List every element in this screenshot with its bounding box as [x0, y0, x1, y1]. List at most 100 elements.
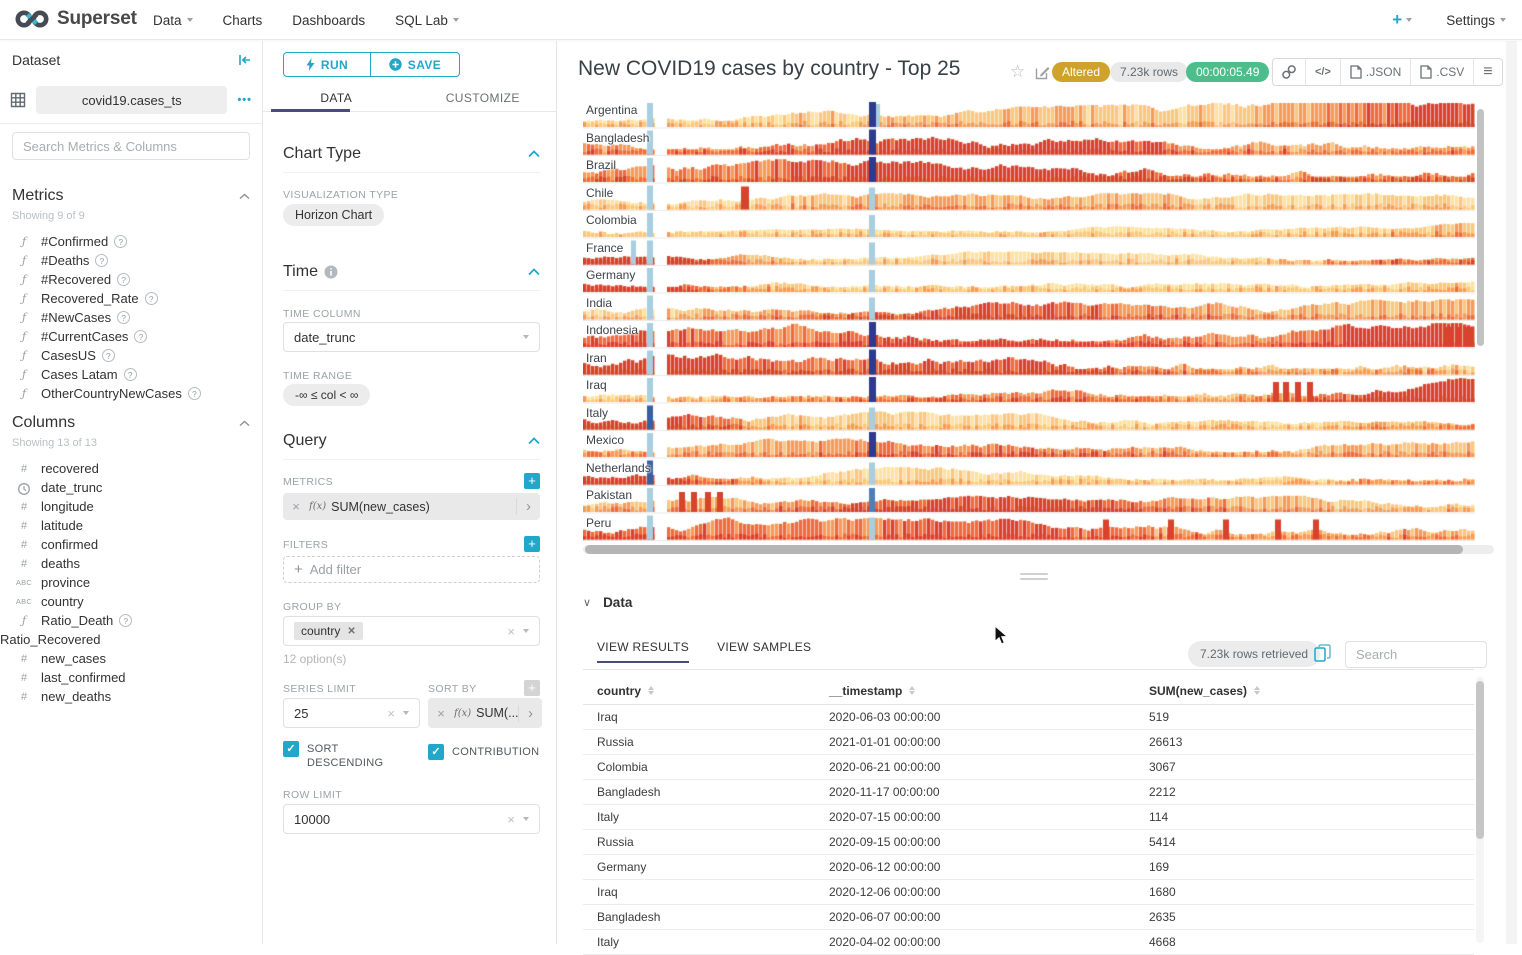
dataset-name[interactable]: covid19.cases_ts	[36, 86, 227, 114]
metric-item[interactable]: ƒ#Recovered?	[0, 270, 262, 289]
export-csv-button[interactable]: .CSV	[1411, 59, 1474, 85]
save-button[interactable]: SAVE	[370, 52, 460, 77]
column-item[interactable]: #last_confirmed	[0, 668, 262, 687]
nav-item-dashboards[interactable]: Dashboards	[292, 13, 365, 28]
chart-control-panel: RUN SAVE DATA CUSTOMIZE Chart Type VISUA…	[263, 41, 557, 944]
sort-by-chip[interactable]: × ƒ(x)SUM(... ›	[428, 698, 542, 728]
column-sort-header[interactable]: country	[597, 684, 829, 698]
dataset-options-icon[interactable]: •••	[233, 94, 256, 106]
chevron-up-icon[interactable]	[528, 150, 540, 158]
metric-item[interactable]: ƒ#CurrentCases?	[0, 327, 262, 346]
time-column-select[interactable]: date_trunc	[283, 322, 540, 352]
chart-hscrollbar-thumb[interactable]	[585, 545, 1463, 554]
row-limit-select[interactable]: 10000 ×	[283, 804, 540, 834]
tab-view-samples[interactable]: VIEW SAMPLES	[717, 640, 811, 663]
column-item[interactable]: #recovered	[0, 459, 262, 478]
metric-item[interactable]: ƒRecovered_Rate?	[0, 289, 262, 308]
time-range-value[interactable]: -∞ ≤ col < ∞	[283, 384, 370, 406]
table-vscrollbar-thumb[interactable]	[1476, 681, 1484, 839]
column-item[interactable]: #new_cases	[0, 649, 262, 668]
series-limit-select[interactable]: 25 ×	[283, 698, 420, 728]
table-row: Italy2020-04-02 00:00:004668	[583, 930, 1474, 955]
superset-infinity-icon	[14, 7, 50, 31]
column-sort-header[interactable]: SUM(new_cases)	[1149, 684, 1474, 698]
metric-item[interactable]: ƒ#Confirmed?	[0, 232, 262, 251]
chevron-up-icon[interactable]	[528, 268, 540, 276]
data-section-header[interactable]: ∨ Data	[583, 595, 632, 610]
chevron-up-icon[interactable]	[239, 193, 250, 200]
clear-icon[interactable]: ×	[507, 624, 515, 639]
favorite-star-icon[interactable]: ☆	[1010, 62, 1025, 82]
view-query-icon[interactable]: </>	[1306, 59, 1341, 85]
results-table: country__timestampSUM(new_cases) Iraq202…	[583, 677, 1474, 955]
superset-logo[interactable]: Superset	[14, 7, 137, 31]
horizon-chart: ArgentinaBangladeshBrazilChileColombiaFr…	[583, 101, 1475, 542]
panel-resize-handle[interactable]	[1020, 573, 1048, 583]
column-item[interactable]: #deaths	[0, 554, 262, 573]
dataset-panel-title: Dataset	[12, 52, 60, 68]
checkbox-checked-icon: ✓	[283, 741, 299, 757]
chevron-up-icon[interactable]	[239, 420, 250, 427]
column-item[interactable]: #new_deaths	[0, 687, 262, 706]
metrics-control-label: METRICS	[283, 476, 333, 488]
share-link-icon[interactable]	[1273, 59, 1306, 85]
metric-item[interactable]: ƒ#NewCases?	[0, 308, 262, 327]
metric-item[interactable]: ƒCasesUS?	[0, 346, 262, 365]
sort-descending-checkbox[interactable]: ✓ SORT DESCENDING	[283, 741, 413, 770]
viz-type-value[interactable]: Horizon Chart	[283, 204, 384, 226]
nav-item-data[interactable]: Data	[153, 13, 193, 28]
help-icon: ?	[145, 292, 158, 305]
remove-metric-icon[interactable]: ×	[283, 499, 309, 514]
column-item[interactable]: Ratio_Recovered	[0, 630, 262, 649]
column-item[interactable]: ABCprovince	[0, 573, 262, 592]
nav-item-charts[interactable]: Charts	[223, 13, 263, 28]
metric-item[interactable]: ƒ#Deaths?	[0, 251, 262, 270]
column-item[interactable]: ABCcountry	[0, 592, 262, 611]
collapse-panel-icon[interactable]	[237, 53, 252, 67]
add-filter-plus-button[interactable]: +	[524, 536, 540, 552]
add-metric-button[interactable]: +	[524, 473, 540, 489]
columns-count: Showing 13 of 13	[12, 437, 97, 449]
chevron-down-icon	[1406, 18, 1412, 22]
add-filter-box[interactable]: + Add filter	[283, 556, 540, 583]
tab-data[interactable]: DATA	[263, 86, 410, 111]
group-by-chip[interactable]: country✕	[294, 622, 363, 640]
table-row: Russia2020-09-15 00:00:005414	[583, 830, 1474, 855]
chart-title: New COVID19 cases by country - Top 25	[578, 57, 960, 81]
column-item[interactable]: #confirmed	[0, 535, 262, 554]
chevron-up-icon[interactable]	[528, 437, 540, 445]
chevron-right-icon[interactable]: ›	[518, 705, 542, 722]
column-item[interactable]: #longitude	[0, 497, 262, 516]
group-by-select[interactable]: country✕ ×	[283, 616, 540, 646]
help-icon: ?	[124, 368, 137, 381]
metric-item[interactable]: ƒOtherCountryNewCases?	[0, 384, 262, 403]
column-item[interactable]: ƒRatio_Death?	[0, 611, 262, 630]
chevron-right-icon[interactable]: ›	[516, 498, 540, 515]
results-search-input[interactable]	[1345, 641, 1487, 668]
copy-icon[interactable]	[1314, 644, 1331, 662]
edit-properties-icon[interactable]	[1035, 65, 1050, 80]
clear-icon[interactable]: ×	[387, 706, 395, 721]
metric-chip[interactable]: × ƒ(x)SUM(new_cases) ›	[283, 493, 540, 520]
search-metrics-input[interactable]	[12, 132, 250, 160]
new-item-button[interactable]: +	[1392, 10, 1412, 30]
column-sort-header[interactable]: __timestamp	[829, 684, 1149, 698]
remove-sort-icon[interactable]: ×	[428, 706, 454, 721]
column-item[interactable]: date_trunc	[0, 478, 262, 497]
settings-menu[interactable]: Settings	[1446, 13, 1506, 28]
chart-vscrollbar-thumb[interactable]	[1477, 109, 1484, 346]
column-item[interactable]: #latitude	[0, 516, 262, 535]
nav-item-sqllab[interactable]: SQL Lab	[395, 13, 459, 28]
export-json-button[interactable]: .JSON	[1341, 59, 1411, 85]
add-sort-button[interactable]: +	[524, 680, 540, 696]
chart-menu-icon[interactable]: ≡	[1474, 59, 1501, 85]
remove-chip-icon[interactable]: ✕	[347, 626, 355, 637]
table-row: Germany2020-06-12 00:00:00169	[583, 855, 1474, 880]
chevron-down-icon	[523, 629, 529, 633]
metric-item[interactable]: ƒCases Latam?	[0, 365, 262, 384]
tab-customize[interactable]: CUSTOMIZE	[410, 86, 557, 111]
contribution-checkbox[interactable]: ✓ CONTRIBUTION	[428, 744, 539, 760]
run-button[interactable]: RUN	[283, 52, 371, 77]
tab-view-results[interactable]: VIEW RESULTS	[597, 640, 689, 663]
clear-icon[interactable]: ×	[507, 812, 515, 827]
